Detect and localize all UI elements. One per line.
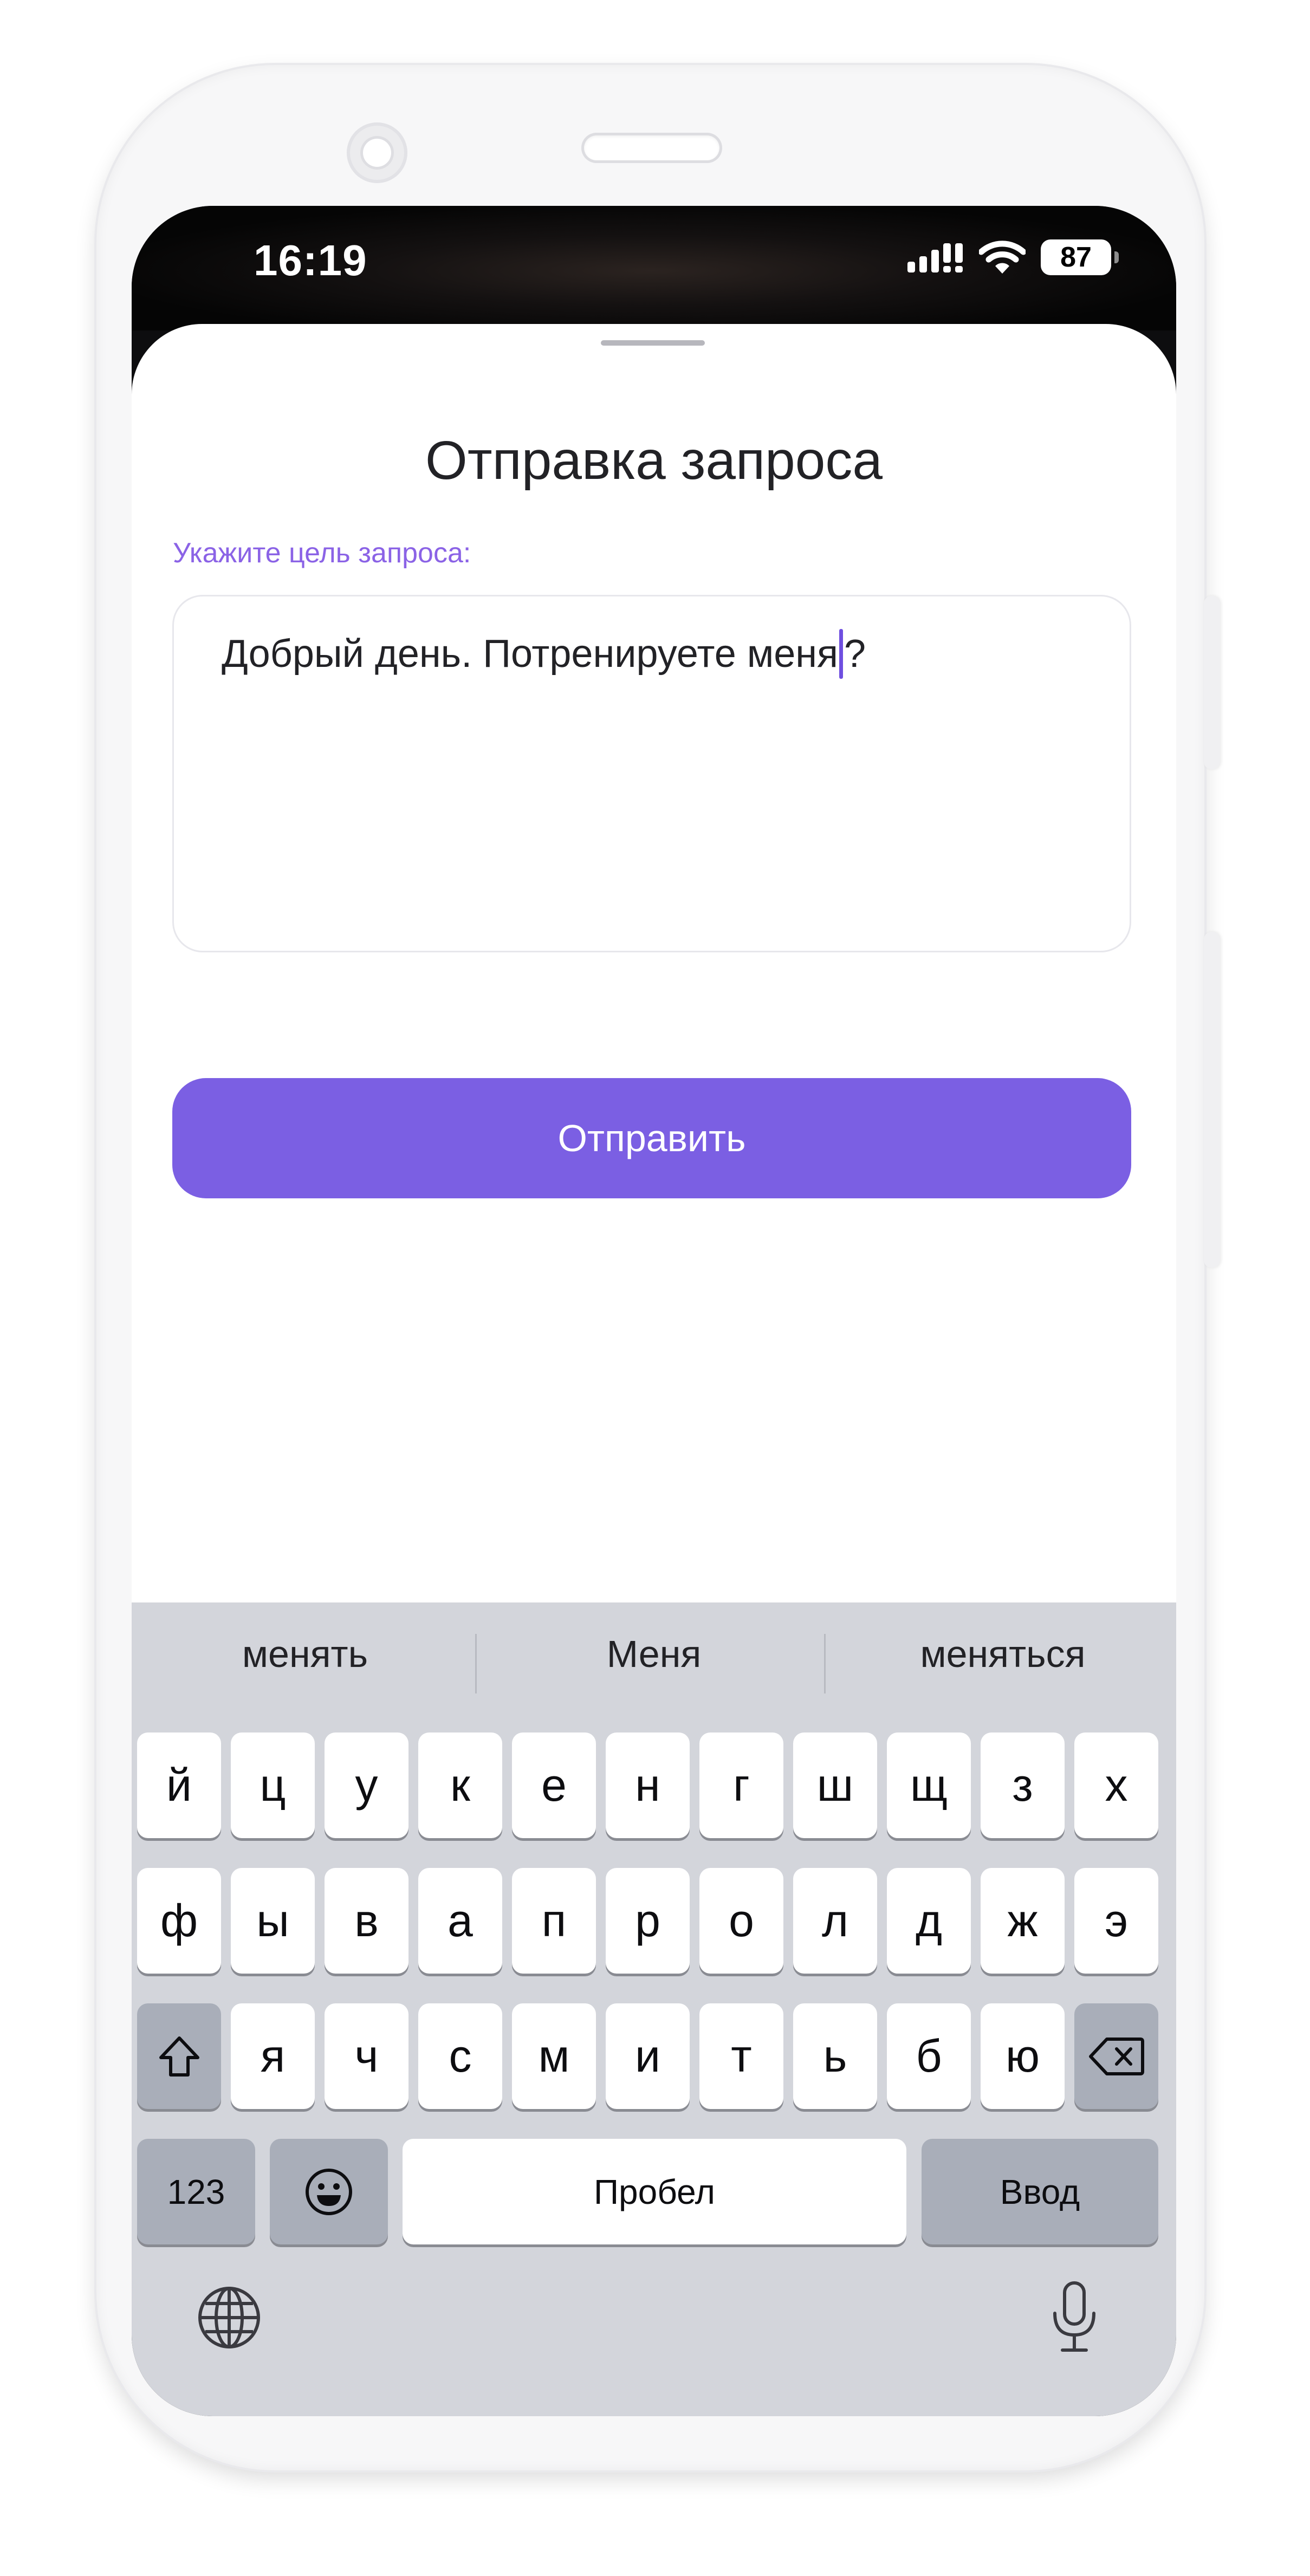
dictation-button[interactable] xyxy=(1036,2277,1112,2358)
return-key[interactable]: Ввод xyxy=(922,2139,1158,2244)
key-letter[interactable]: щ xyxy=(887,1733,971,1838)
battery-indicator: 87 xyxy=(1041,239,1119,275)
keyboard-row-4: 123 Пробел Ввод xyxy=(132,2139,1176,2247)
suggestion-item[interactable]: менять xyxy=(132,1632,478,1676)
backspace-icon xyxy=(1088,2037,1144,2075)
space-key[interactable]: Пробел xyxy=(403,2139,906,2244)
key-letter[interactable]: а xyxy=(418,1868,502,1974)
key-letter[interactable]: е xyxy=(512,1733,596,1838)
screenshot-canvas: 16:19 87 Отправка запроса Укажите цель з… xyxy=(0,0,1310,2576)
phone-side-button xyxy=(1204,596,1220,769)
key-letter[interactable]: г xyxy=(699,1733,783,1838)
sheet-title: Отправка запроса xyxy=(425,430,883,491)
key-letter[interactable]: х xyxy=(1074,1733,1158,1838)
input-text-after-caret: ? xyxy=(844,632,866,676)
shift-icon xyxy=(159,2036,199,2077)
suggestion-divider xyxy=(475,1634,477,1693)
keyboard: менять Меня меняться й ц у к е н г ш щ з… xyxy=(132,1602,1176,2416)
key-letter[interactable]: м xyxy=(512,2003,596,2109)
emoji-key[interactable] xyxy=(270,2139,388,2244)
input-text-before-caret: Добрый день. Потренируете меня xyxy=(222,632,839,676)
cellular-signal-icon xyxy=(907,243,963,272)
key-letter[interactable]: т xyxy=(699,2003,783,2109)
key-letter[interactable]: ш xyxy=(793,1733,877,1838)
request-goal-label: Укажите цель запроса: xyxy=(173,537,471,569)
key-letter[interactable]: о xyxy=(699,1868,783,1974)
key-letter[interactable]: п xyxy=(512,1868,596,1974)
text-caret xyxy=(839,629,844,679)
key-letter[interactable]: и xyxy=(606,2003,690,2109)
suggestion-item[interactable]: Меня xyxy=(481,1632,827,1676)
request-goal-text: Добрый день. Потренируете меня ? xyxy=(222,629,866,679)
key-letter[interactable]: к xyxy=(418,1733,502,1838)
wifi-icon xyxy=(979,241,1026,274)
key-letter[interactable]: у xyxy=(325,1733,408,1838)
key-letter[interactable]: ч xyxy=(325,2003,408,2109)
suggestion-bar: менять Меня меняться xyxy=(132,1602,1176,1727)
backspace-key[interactable] xyxy=(1074,2003,1158,2109)
send-button[interactable]: Отправить xyxy=(172,1078,1131,1198)
key-letter[interactable]: я xyxy=(231,2003,315,2109)
shift-key[interactable] xyxy=(137,2003,221,2109)
key-letter[interactable]: с xyxy=(418,2003,502,2109)
key-letter[interactable]: ж xyxy=(981,1868,1065,1974)
key-letter[interactable]: э xyxy=(1074,1868,1158,1974)
key-letter[interactable]: р xyxy=(606,1868,690,1974)
key-letter[interactable]: б xyxy=(887,2003,971,2109)
suggestion-divider xyxy=(824,1634,826,1693)
globe-button[interactable] xyxy=(191,2277,267,2358)
key-letter[interactable]: д xyxy=(887,1868,971,1974)
earpiece-speaker xyxy=(584,135,719,160)
suggestion-item[interactable]: меняться xyxy=(829,1632,1176,1676)
status-time: 16:19 xyxy=(254,236,367,284)
status-bar: 16:19 87 xyxy=(132,206,1176,330)
numbers-key[interactable]: 123 xyxy=(137,2139,255,2244)
key-letter[interactable]: ю xyxy=(981,2003,1065,2109)
key-letter[interactable]: н xyxy=(606,1733,690,1838)
keyboard-row-3: я ч с м и т ь б ю xyxy=(132,2003,1176,2112)
keyboard-row-2: ф ы в а п р о л д ж э xyxy=(132,1868,1176,1976)
globe-icon xyxy=(198,2287,260,2348)
key-letter[interactable]: в xyxy=(325,1868,408,1974)
request-goal-input[interactable]: Добрый день. Потренируете меня ? xyxy=(172,595,1131,952)
key-letter[interactable]: ц xyxy=(231,1733,315,1838)
keyboard-row-1: й ц у к е н г ш щ з х xyxy=(132,1733,1176,1841)
key-letter[interactable]: ы xyxy=(231,1868,315,1974)
key-letter[interactable]: ь xyxy=(793,2003,877,2109)
front-camera xyxy=(347,122,407,183)
battery-level: 87 xyxy=(1060,242,1092,273)
sheet-grabber[interactable] xyxy=(601,340,705,346)
status-icons: 87 xyxy=(907,239,1119,275)
key-letter[interactable]: ф xyxy=(137,1868,221,1974)
key-letter[interactable]: з xyxy=(981,1733,1065,1838)
emoji-icon xyxy=(306,2168,352,2215)
phone-screen: 16:19 87 Отправка запроса Укажите цель з… xyxy=(132,206,1176,2416)
request-sheet: Отправка запроса Укажите цель запроса: Д… xyxy=(132,324,1176,1602)
key-letter[interactable]: л xyxy=(793,1868,877,1974)
microphone-icon xyxy=(1053,2281,1095,2352)
key-letter[interactable]: й xyxy=(137,1733,221,1838)
phone-side-button xyxy=(1204,932,1220,1268)
